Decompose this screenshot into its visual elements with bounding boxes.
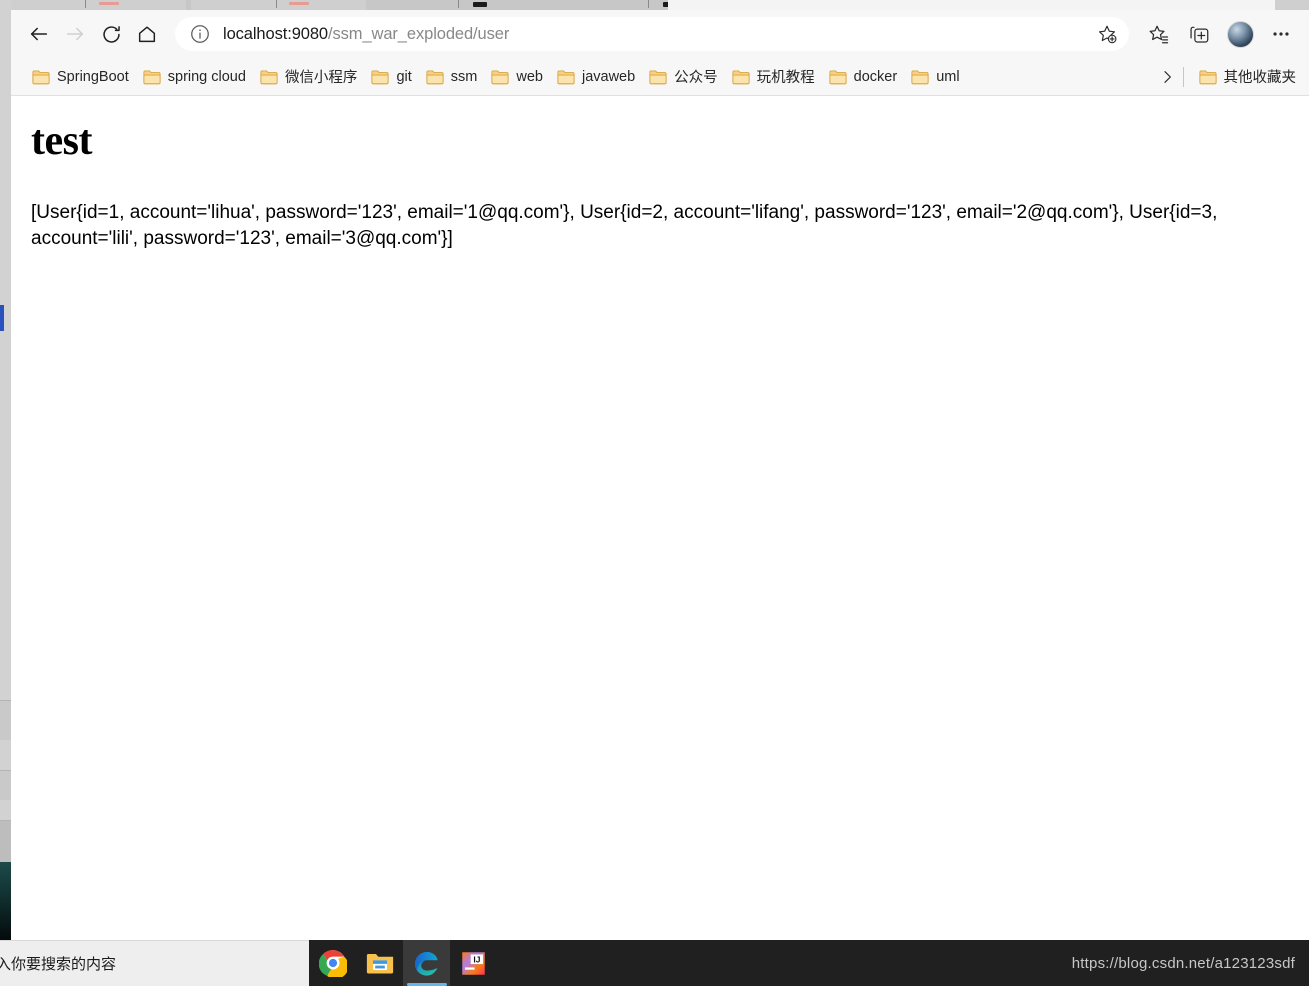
page-title: test [31, 118, 92, 164]
folder-icon [829, 70, 847, 84]
background-window-sliver [0, 0, 11, 940]
collections-icon[interactable] [1181, 16, 1217, 52]
file-explorer-icon [366, 953, 393, 974]
folder-icon [911, 70, 929, 84]
chrome-icon [318, 950, 347, 977]
bookmark-label: 其他收藏夹 [1223, 70, 1297, 86]
browser-tab[interactable] [191, 0, 366, 10]
background-segment [0, 770, 11, 800]
intellij-idea-icon: IJ [462, 951, 485, 975]
tab-favicon [473, 2, 487, 7]
folder-icon [649, 70, 667, 84]
tab-favicon [289, 2, 309, 5]
bookmark-device-tutorials[interactable]: 玩机教程 [725, 63, 822, 91]
tab-separator [85, 0, 86, 8]
page-content: test [User{id=1, account='lihua', passwo… [11, 96, 1309, 940]
taskbar-search-placeholder: 入你要搜索的内容 [0, 956, 117, 973]
toolbar-icon-group [1135, 16, 1299, 52]
edge-icon [415, 951, 438, 976]
folder-icon [426, 70, 444, 84]
bookmark-label: javaweb [581, 68, 636, 85]
taskbar-search-box[interactable]: 入你要搜索的内容 [0, 940, 309, 986]
bookmark-label: SpringBoot [57, 68, 129, 85]
background-segment [0, 700, 11, 740]
bookmark-label: 玩机教程 [756, 70, 815, 86]
back-button[interactable] [21, 16, 57, 52]
tab-favicon [99, 2, 119, 5]
screen: localhost:9080/ssm_war_exploded/user Spr… [0, 0, 1309, 986]
folder-icon [260, 70, 278, 84]
url-path: /ssm_war_exploded/user [328, 24, 510, 43]
bookmark-label: spring cloud [167, 68, 246, 85]
avatar [1226, 20, 1254, 48]
folder-icon [371, 70, 389, 84]
bookmark-label: docker [853, 68, 898, 85]
folder-icon [491, 70, 509, 84]
taskbar-app-chrome[interactable] [309, 940, 356, 986]
bookmark-web[interactable]: web [484, 63, 550, 91]
browser-window: localhost:9080/ssm_war_exploded/user Spr… [11, 0, 1309, 940]
background-segment [0, 820, 11, 862]
taskbar-app-file-explorer[interactable] [356, 940, 403, 986]
browser-toolbar: localhost:9080/ssm_war_exploded/user [11, 10, 1309, 58]
bookmark-git[interactable]: git [364, 63, 418, 91]
browser-tab[interactable] [1275, 0, 1309, 10]
bookmark-label: git [396, 68, 412, 85]
bookmark-label: ssm [450, 68, 478, 85]
taskbar-app-edge[interactable] [403, 940, 450, 986]
taskbar-app-group: IJ [309, 940, 497, 986]
watermark-url: https://blog.csdn.net/a123123sdf [1071, 954, 1295, 972]
refresh-button[interactable] [93, 16, 129, 52]
address-bar[interactable]: localhost:9080/ssm_war_exploded/user [175, 17, 1129, 51]
address-bar-url[interactable]: localhost:9080/ssm_war_exploded/user [223, 25, 1093, 44]
bookmarks-divider [1182, 66, 1184, 87]
bookmark-official-account[interactable]: 公众号 [642, 63, 725, 91]
taskbar-app-intellij-idea[interactable]: IJ [450, 940, 497, 986]
bookmark-label: web [516, 68, 543, 85]
bookmark-label: uml [936, 68, 960, 85]
bookmark-docker[interactable]: docker [822, 63, 905, 91]
windows-taskbar: 入你要搜索的内容 IJ https://blog.csdn.net/a12312… [0, 940, 1309, 986]
bookmark-springboot[interactable]: SpringBoot [25, 63, 136, 91]
bookmark-javaweb[interactable]: javaweb [550, 63, 642, 91]
profile-avatar[interactable] [1222, 16, 1258, 52]
tab-separator [276, 0, 277, 8]
bookmarks-overflow-group: 其他收藏夹 [1153, 63, 1304, 91]
home-button[interactable] [129, 16, 165, 52]
bookmark-wechat-miniprogram[interactable]: 微信小程序 [253, 63, 365, 91]
bookmarks-bar: SpringBoot spring cloud 微信小程序 git ssm we… [11, 58, 1309, 96]
bookmark-other-favorites[interactable]: 其他收藏夹 [1192, 63, 1304, 91]
folder-icon [32, 70, 50, 84]
tab-separator [648, 0, 649, 8]
bookmark-spring-cloud[interactable]: spring cloud [136, 63, 253, 91]
bookmark-uml[interactable]: uml [904, 63, 966, 91]
folder-icon [143, 70, 161, 84]
folder-icon [1198, 70, 1217, 84]
url-host: localhost:9080 [223, 24, 329, 43]
site-info-icon[interactable] [189, 23, 211, 45]
add-favorite-icon[interactable] [1093, 20, 1121, 48]
chevron-right-icon[interactable] [1153, 63, 1181, 91]
svg-text:IJ: IJ [473, 954, 480, 964]
folder-icon [557, 70, 575, 84]
tab-separator [458, 0, 459, 8]
bookmark-label: 公众号 [674, 70, 718, 86]
forward-button[interactable] [57, 16, 93, 52]
settings-and-more-icon[interactable] [1263, 16, 1299, 52]
desktop-wallpaper-sliver [0, 862, 11, 940]
background-accent-mark [0, 305, 4, 331]
tab-strip-right-area[interactable] [668, 0, 1309, 10]
folder-icon [732, 70, 750, 84]
tab-strip[interactable] [11, 0, 1309, 10]
favorites-icon[interactable] [1140, 16, 1176, 52]
bookmark-label: 微信小程序 [284, 70, 358, 86]
page-body-text: [User{id=1, account='lihua', password='1… [31, 202, 1218, 250]
bookmark-ssm[interactable]: ssm [419, 63, 485, 91]
